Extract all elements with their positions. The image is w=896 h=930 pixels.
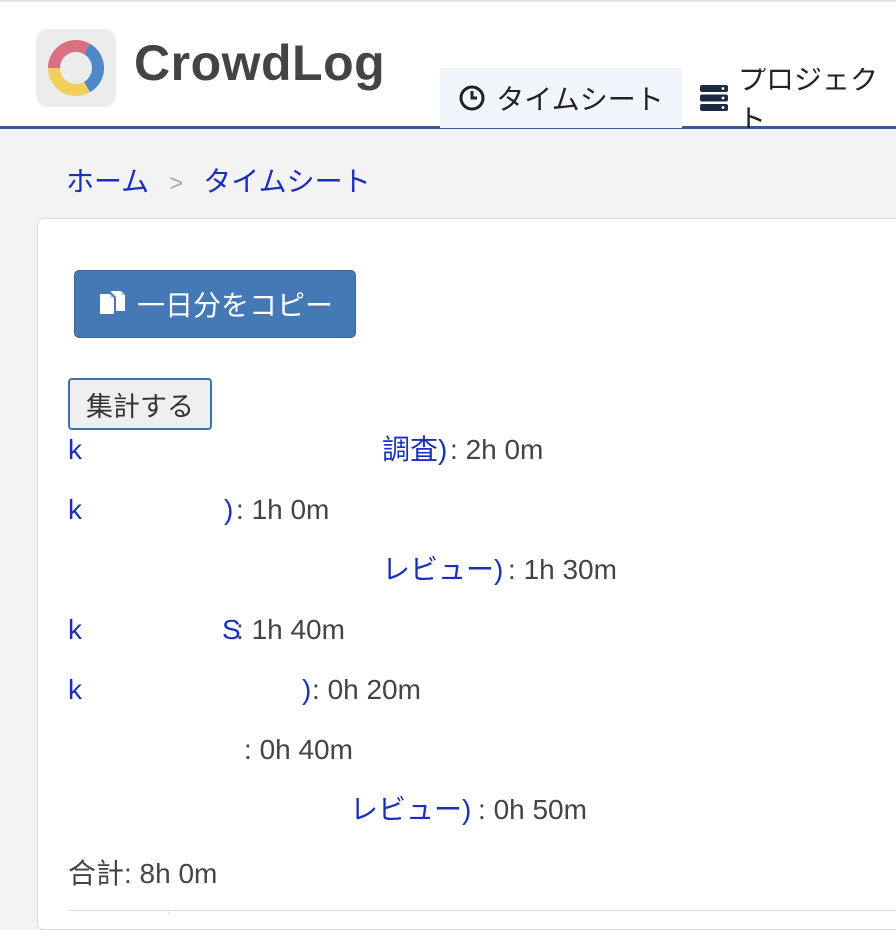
project-link[interactable]: レビュー) — [382, 552, 503, 588]
copy-day-button[interactable]: 一日分をコピー — [74, 270, 356, 338]
breadcrumb: ホーム > タイムシート — [66, 160, 371, 200]
project-link[interactable]: レビュー) — [350, 792, 471, 828]
aggregate-button[interactable]: 集計する — [68, 378, 212, 430]
entry-duration: 0h 50m — [493, 794, 587, 825]
clock-icon — [458, 84, 486, 112]
server-stack-icon — [700, 85, 728, 111]
breadcrumb-separator: > — [169, 170, 184, 197]
project-link-fragment[interactable]: k — [68, 492, 82, 528]
project-link-fragment[interactable]: k — [68, 612, 82, 648]
entry-duration: 1h 40m — [251, 614, 345, 645]
entry-duration: 0h 40m — [259, 734, 353, 765]
project-link-fragment[interactable]: k — [68, 432, 82, 468]
entry-separator: : — [450, 434, 458, 465]
entry-separator: : — [312, 674, 320, 705]
project-link[interactable]: ) — [302, 672, 311, 708]
app-header: CrowdLog タイムシート プロジェクト — [0, 0, 896, 129]
project-link-fragment[interactable]: k — [68, 672, 82, 708]
tab-projects[interactable]: プロジェクト — [700, 68, 896, 128]
breadcrumb-home-link[interactable]: ホーム — [66, 166, 149, 197]
entry-duration: 2h 0m — [465, 434, 544, 465]
entry-duration: 1h 0m — [251, 494, 330, 525]
breadcrumb-current-link[interactable]: タイムシート — [203, 166, 370, 197]
total-summary: 合計: 8h 0m — [68, 858, 218, 889]
project-link[interactable]: 調査) — [382, 432, 447, 468]
divider — [168, 910, 169, 914]
entry-separator: : — [236, 614, 244, 645]
entry-duration: 0h 20m — [327, 674, 421, 705]
tab-projects-label: プロジェクト — [738, 68, 879, 128]
entry-separator: : — [244, 734, 252, 765]
entry-duration: 1h 30m — [523, 554, 617, 585]
entry-separator: : — [236, 494, 244, 525]
logo[interactable] — [36, 29, 116, 107]
copy-files-icon — [97, 289, 127, 319]
copy-day-label: 一日分をコピー — [136, 290, 333, 321]
project-link[interactable]: ) — [224, 492, 233, 528]
entry-separator: : — [478, 794, 486, 825]
tab-timesheet[interactable]: タイムシート — [440, 68, 682, 128]
brand-name: CrowdLog — [134, 35, 386, 91]
crowdlog-logo-icon — [48, 40, 104, 96]
divider — [68, 910, 896, 911]
tab-timesheet-label: タイムシート — [496, 84, 664, 115]
entry-separator: : — [508, 554, 516, 585]
